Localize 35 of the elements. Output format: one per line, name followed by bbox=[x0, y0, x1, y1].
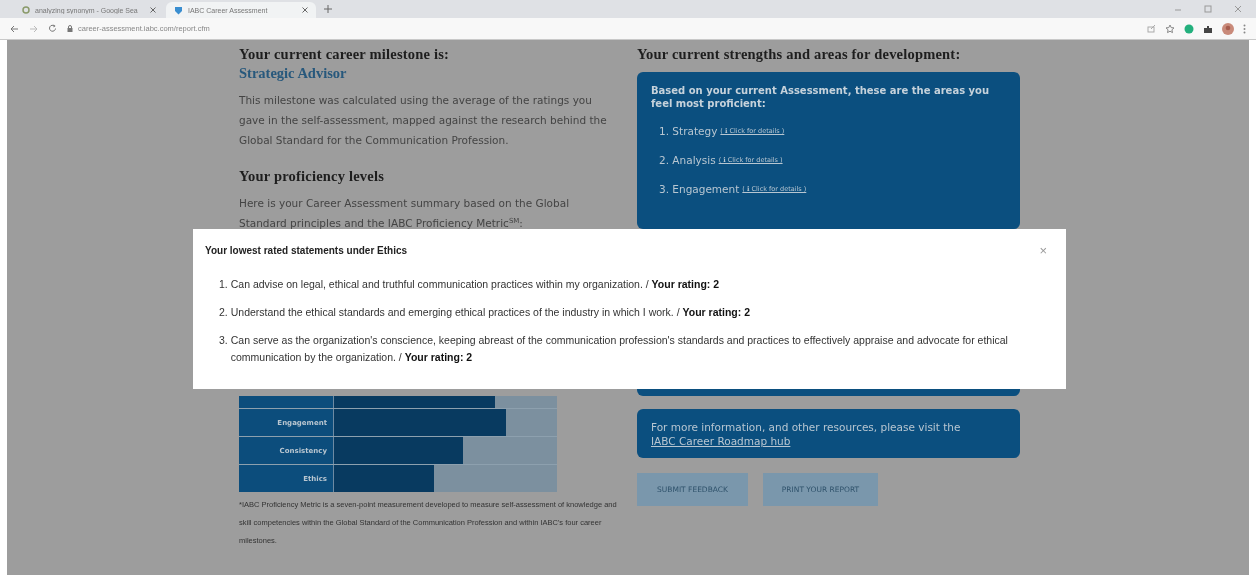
forward-icon[interactable] bbox=[29, 24, 38, 33]
shield-icon bbox=[174, 5, 183, 15]
maximize-icon[interactable] bbox=[1204, 5, 1212, 13]
close-icon[interactable]: × bbox=[1039, 243, 1047, 258]
close-tab-icon[interactable] bbox=[150, 7, 156, 13]
menu-icon[interactable] bbox=[1243, 23, 1246, 34]
back-icon[interactable] bbox=[10, 24, 19, 33]
share-icon[interactable] bbox=[1147, 24, 1156, 33]
section-heading: Your proficiency levels bbox=[239, 168, 386, 185]
milestone-title: Strategic Advisor bbox=[239, 65, 348, 82]
list-number: 3. bbox=[219, 333, 228, 348]
resources-text: For more information, and other resources, please visit the IABC Career Roadmap hub bbox=[651, 421, 961, 447]
roadmap-link[interactable]: IABC Career Roadmap hub bbox=[651, 435, 791, 447]
statement-text: Can advise on legal, ethical and truthful communication practices within my organization. / Your rating: 2 bbox=[230, 277, 721, 292]
avatar-icon[interactable] bbox=[1222, 22, 1234, 35]
section-heading: Your current strengths and areas for development: bbox=[637, 46, 962, 63]
reload-icon[interactable] bbox=[48, 24, 57, 33]
statement-text: Understand the ethical standards and emerging ethical practices of the industry in which I work. / Your rating: 2 bbox=[230, 305, 751, 320]
extension-icon[interactable] bbox=[1184, 23, 1194, 34]
strength-item: 3. Engagement bbox=[659, 182, 740, 195]
strength-item: 1. Strategy bbox=[659, 124, 718, 137]
list-number: 1. bbox=[219, 277, 228, 292]
statement-text: Can serve as the organization's conscience, keeping abreast of the communication profession's standards and practices to effectively appraise and advocate for ethical communication by the organization. / Your rating: 2 bbox=[230, 333, 1009, 365]
close-icon[interactable] bbox=[1234, 5, 1242, 13]
strength-item: 2. Analysis bbox=[659, 153, 716, 166]
intro-text: Here is your Career Assessment summary based on the Global Standard principles and the IABC Proficiency Metric$^{SM}$: bbox=[239, 196, 571, 231]
close-tab-icon[interactable] bbox=[302, 7, 308, 13]
lock-icon bbox=[67, 25, 73, 32]
star-icon[interactable] bbox=[1165, 23, 1175, 34]
description-text: This milestone was calculated using the average of the ratings you gave in the self-assessment, mapped against the research behind the Global Standard for the Communication Profession. bbox=[239, 93, 608, 148]
section-heading: Your current career milestone is: bbox=[239, 46, 451, 63]
intro-text: Based on your current Assessment, these are the areas you feel most proficient: bbox=[651, 84, 991, 110]
new-tab-icon[interactable] bbox=[324, 5, 332, 13]
modal-title: Your lowest rated statements under Ethics bbox=[205, 245, 408, 256]
list-number: 2. bbox=[219, 305, 228, 320]
